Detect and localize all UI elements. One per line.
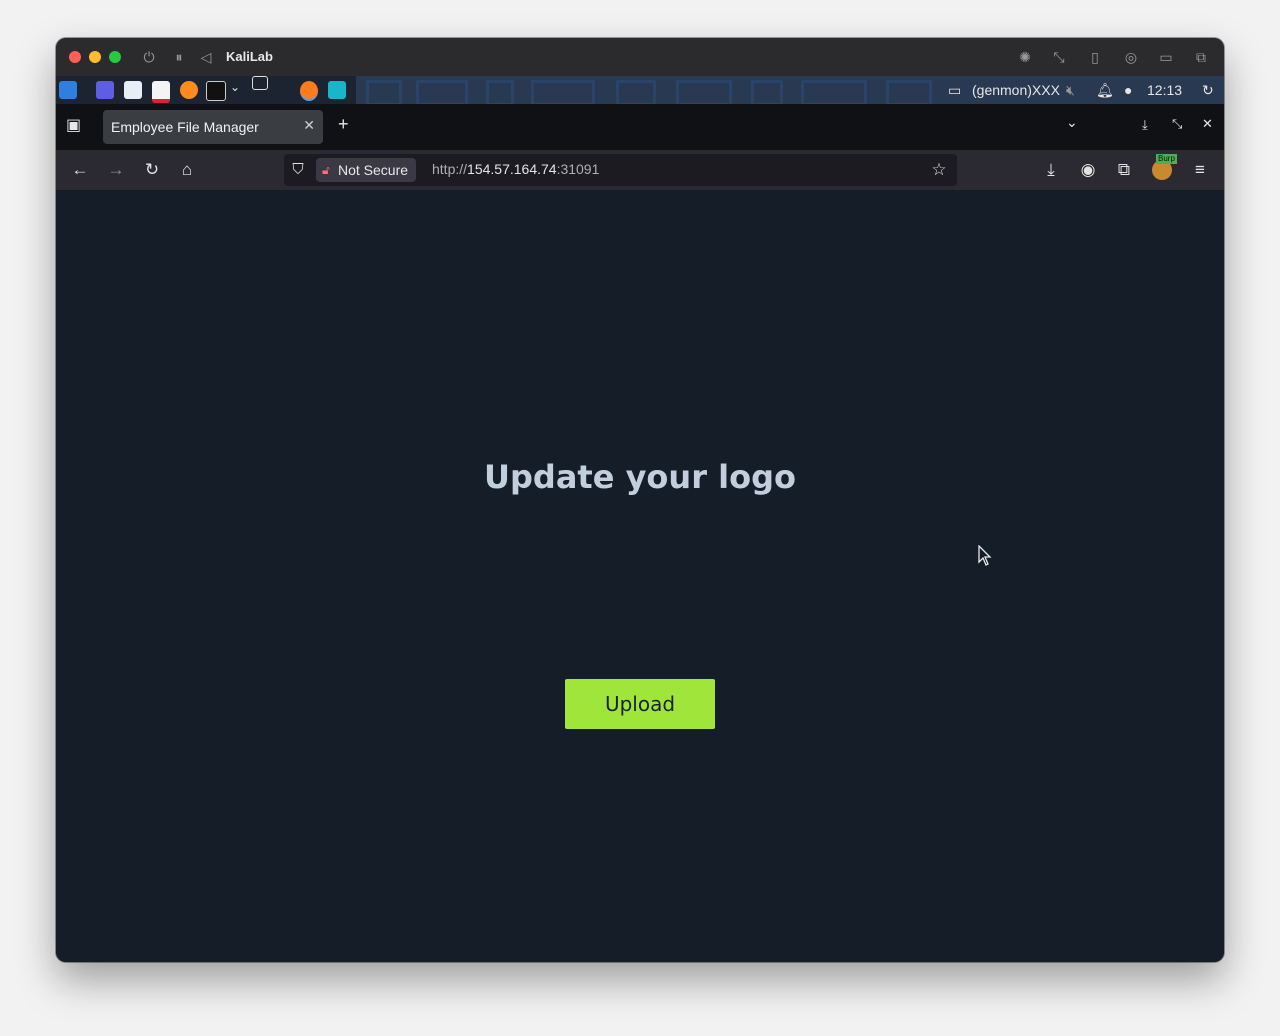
tab-employee-file-manager[interactable]: Employee File Manager ✕ — [103, 110, 323, 144]
vm-titlebar: ⏻ ⏸ ◁ KaliLab ✺ ⤡ ▯ ◎ ▭ ⧉ — [56, 38, 1224, 76]
vm-window: ⏻ ⏸ ◁ KaliLab ✺ ⤡ ▯ ◎ ▭ ⧉ ⌄ ▭ (genmon)XX… — [56, 38, 1224, 962]
home-icon[interactable]: ⌂ — [177, 160, 197, 180]
tab-strip: ▣ Employee File Manager ✕ + ⌄ ⤓ ⤡ ✕ — [56, 104, 1224, 150]
tab-title: Employee File Manager — [111, 119, 259, 135]
burp-badge: Burp — [1156, 154, 1177, 164]
clock: 12:13 — [1147, 82, 1183, 98]
menu-icon[interactable]: ≡ — [1190, 160, 1210, 180]
upload-button[interactable]: Upload — [565, 679, 715, 729]
power-status-icon[interactable]: ● — [1124, 82, 1132, 98]
bookmark-star-icon[interactable]: ☆ — [929, 160, 949, 180]
nav-bar: ← → ↻ ⌂ ⛉ 🔓︎ Not Secure http://154.57.16… — [56, 150, 1224, 190]
zoom-window-button[interactable] — [109, 51, 121, 63]
list-tabs-chevron-icon[interactable]: ⌄ — [1066, 114, 1078, 131]
chevron-down-icon[interactable]: ⌄ — [230, 80, 240, 94]
url-text[interactable]: http://154.57.164.74:31091 — [432, 161, 599, 177]
workspace-icon[interactable] — [252, 76, 268, 90]
audio-disc-icon[interactable]: ◎ — [1122, 48, 1140, 66]
not-secure-badge[interactable]: 🔓︎ Not Secure — [316, 158, 417, 182]
back-icon[interactable]: ← — [70, 160, 90, 180]
kali-panel: ⌄ ▭ (genmon)XXX 🔇︎ 🔔︎ ● 12:13 ↻ — [56, 76, 1224, 104]
url-bar[interactable]: ⛉ 🔓︎ Not Secure http://154.57.164.74:310… — [284, 154, 957, 186]
broken-lock-icon: 🔓︎ — [322, 163, 330, 177]
close-window-button[interactable] — [69, 51, 81, 63]
firefox-launcher-icon[interactable] — [180, 81, 198, 99]
pause-icon[interactable]: ⏸ — [170, 48, 188, 66]
url-port: :31091 — [556, 161, 600, 177]
logout-icon[interactable]: ↻ — [1202, 82, 1214, 99]
page-heading: Update your logo — [484, 458, 796, 496]
windows-icon[interactable]: ⧉ — [1192, 48, 1210, 66]
page-content: Update your logo Upload — [56, 190, 1224, 962]
security-label: Not Secure — [338, 162, 409, 178]
genmon-label: (genmon)XXX — [972, 82, 1060, 98]
extensions-icon[interactable]: ⧉ — [1114, 160, 1134, 180]
minimize-window-button[interactable] — [89, 51, 101, 63]
back-triangle-icon[interactable]: ◁ — [197, 48, 215, 66]
bell-icon[interactable]: 🔔︎ — [1096, 82, 1114, 99]
firefox-task-icon[interactable] — [300, 81, 318, 101]
usb-icon[interactable]: ▯ — [1086, 48, 1104, 66]
power-icon[interactable]: ⏻ — [140, 48, 158, 66]
burp-extension-icon[interactable]: Burp — [1152, 154, 1177, 180]
reload-icon[interactable]: ↻ — [142, 160, 162, 180]
mouse-cursor-icon — [978, 545, 992, 566]
app-task-icon[interactable] — [328, 81, 346, 99]
close-tab-icon[interactable]: ✕ — [303, 117, 315, 134]
forward-icon[interactable]: → — [106, 160, 126, 180]
firefox-view-icon[interactable]: ▣ — [66, 115, 81, 135]
restore-browser-icon[interactable]: ⤡ — [1172, 116, 1182, 132]
muted-speaker-icon[interactable]: 🔇︎ — [1066, 82, 1075, 99]
downloads-icon[interactable]: ⤓ — [1041, 160, 1061, 180]
new-tab-icon[interactable]: + — [338, 114, 349, 135]
brightness-icon[interactable]: ✺ — [1016, 48, 1034, 66]
terminal-icon[interactable] — [206, 81, 226, 101]
minimize-browser-icon[interactable]: ⤓ — [1142, 117, 1148, 133]
kali-menu-icon[interactable] — [59, 81, 77, 99]
vm-window-title: KaliLab — [226, 49, 273, 64]
desktop-icon[interactable] — [96, 81, 114, 99]
shared-folder-icon[interactable]: ▭ — [1157, 48, 1175, 66]
url-host: 154.57.164.74 — [467, 161, 557, 177]
shield-icon[interactable]: ⛉ — [288, 160, 308, 180]
display-icon[interactable]: ▭ — [948, 82, 961, 99]
resize-arrows-icon[interactable]: ⤡ — [1050, 48, 1068, 66]
panel-wallpaper-pattern — [356, 76, 956, 104]
account-icon[interactable]: ◉ — [1078, 160, 1098, 180]
file-manager-icon[interactable] — [124, 81, 142, 99]
text-editor-icon[interactable] — [152, 81, 170, 103]
url-scheme: http:// — [432, 161, 468, 177]
close-browser-icon[interactable]: ✕ — [1202, 116, 1213, 132]
